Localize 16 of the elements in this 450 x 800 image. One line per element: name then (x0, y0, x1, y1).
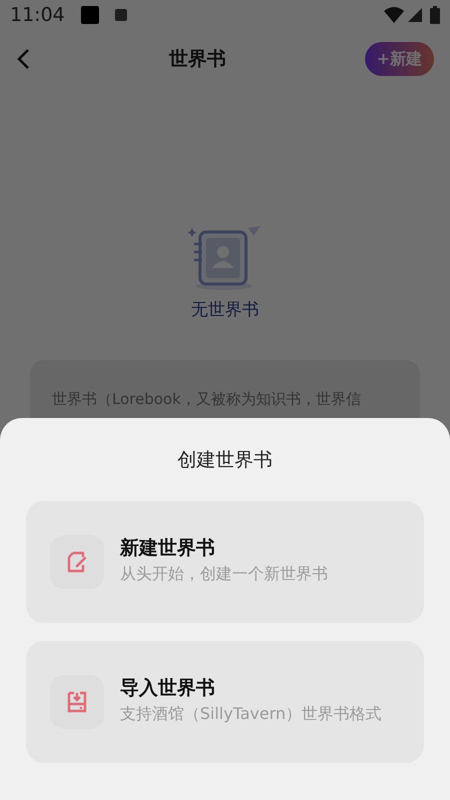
sheet-title: 创建世界书 (176, 448, 274, 473)
battery-icon (430, 6, 440, 24)
empty-label: 无世界书 (191, 299, 259, 322)
option-title: 新建世界书 (120, 536, 216, 562)
option-description: 从头开始，创建一个新世界书 (120, 563, 328, 586)
option-description: 支持酒馆（SillyTavern）世界书格式 (120, 703, 382, 726)
option-card[interactable]: 导入世界书 支持酒馆（SillyTavern）世界书格式 (26, 640, 424, 762)
page-title: 世界书 (168, 46, 226, 72)
back-icon[interactable] (16, 48, 30, 70)
empty-book-icon (188, 226, 262, 292)
signal-icon (408, 8, 422, 22)
wifi-icon (384, 7, 404, 23)
notification-square-icon (80, 6, 99, 24)
option-card[interactable]: 新建世界书 从头开始，创建一个新世界书 (26, 500, 424, 622)
status-time: 11:04 (10, 2, 65, 28)
option-title: 导入世界书 (120, 676, 216, 702)
